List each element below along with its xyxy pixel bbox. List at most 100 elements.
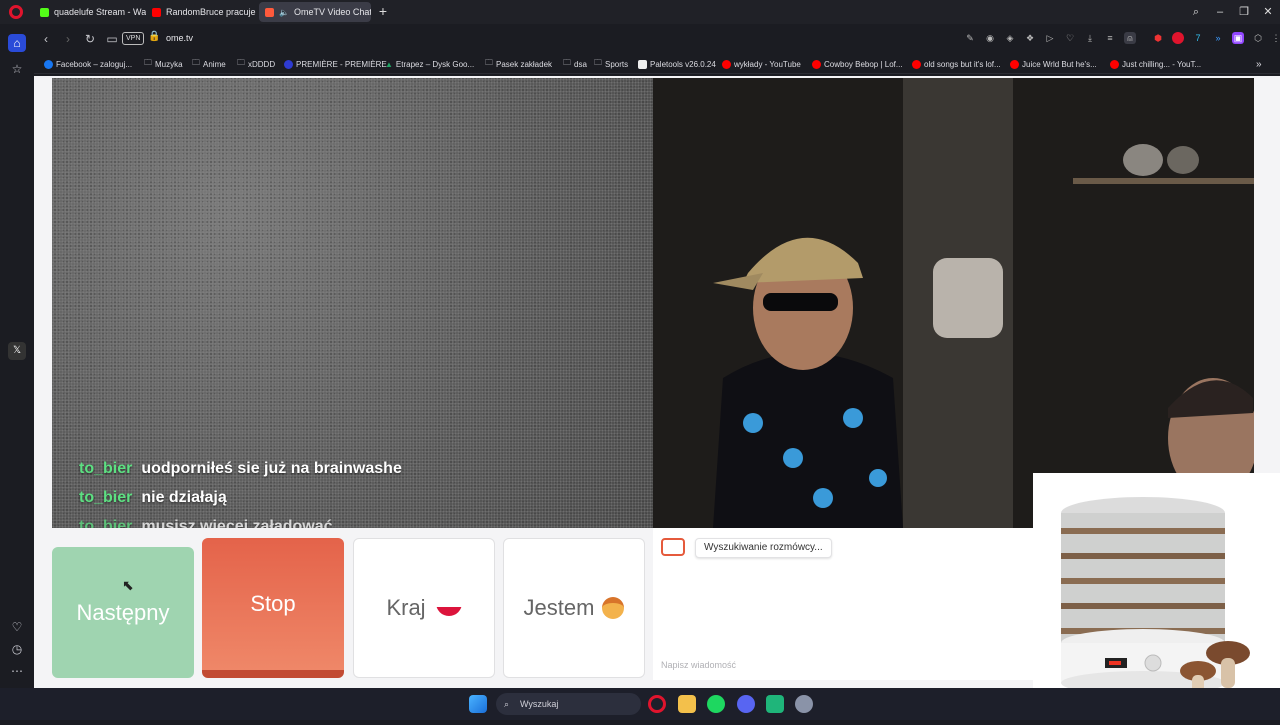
x-twitter-icon[interactable]: 𝕏 xyxy=(8,342,26,360)
bookmark[interactable]: Facebook – zaloguj... xyxy=(44,57,132,71)
lock-icon[interactable]: 🔒 xyxy=(148,31,160,42)
youtube-icon xyxy=(912,59,921,69)
bookmark[interactable]: PREMIÈRE - PREMIÈRE xyxy=(284,57,387,71)
more-icon[interactable]: ⋯ xyxy=(8,662,26,680)
profile-icon[interactable]: ⍝ xyxy=(1124,32,1136,44)
maximize-button[interactable]: ❐ xyxy=(1234,4,1254,20)
taskbar-search-label: Wyszukaj xyxy=(520,699,559,709)
tab-kick-stream[interactable]: quadelufe Stream - Watch xyxy=(34,2,146,22)
download-icon[interactable]: ⤓ xyxy=(1084,32,1096,44)
boy-emoji-icon xyxy=(602,597,625,619)
stop-label: Stop xyxy=(250,591,296,616)
vpn-badge[interactable]: VPN xyxy=(122,32,145,45)
extension-icon[interactable]: ❖ xyxy=(1024,32,1036,44)
bookmark[interactable]: Just chilling... - YouT... xyxy=(1110,57,1201,71)
ext-ublock-icon[interactable]: ⬢ xyxy=(1152,32,1164,44)
bookmark-folder[interactable]: 🗀 Muzyka xyxy=(144,57,183,71)
spotify-icon[interactable] xyxy=(707,695,725,713)
youtube-icon xyxy=(1010,59,1019,69)
forward-icon[interactable]: › xyxy=(60,31,76,47)
country-label: Kraj xyxy=(386,595,426,620)
tab-youtube[interactable]: RandomBruce pracuje bo xyxy=(146,2,258,22)
status-message: Wyszukiwanie rozmówcy... xyxy=(695,538,832,558)
bookmark-folder[interactable]: 🗀 Anime xyxy=(192,57,226,71)
bookmarks-bar: Facebook – zaloguj... 🗀 Muzyka 🗀 Anime 🗀 xD… xyxy=(34,54,1280,74)
speaker-icon: 🔈 xyxy=(279,7,289,17)
menu-icon[interactable]: ≡ xyxy=(1104,32,1116,44)
settings-icon[interactable] xyxy=(795,695,813,713)
premiere-icon xyxy=(284,59,293,69)
facebook-icon xyxy=(44,59,53,69)
reload-icon[interactable]: ↻ xyxy=(82,31,98,47)
chat-text: nie działają xyxy=(141,489,227,506)
tab-search-icon[interactable]: ⌕ xyxy=(1186,4,1206,20)
advertisement-dehydrator[interactable] xyxy=(1033,473,1280,720)
gender-label: Jestem xyxy=(523,595,595,620)
snapshot-icon[interactable]: ▭ xyxy=(104,31,120,47)
bookmark-folder[interactable]: 🗀 dsa xyxy=(563,57,587,71)
ext-wave-icon[interactable]: » xyxy=(1212,32,1224,44)
folder-icon: 🗀 xyxy=(594,58,602,67)
url-field[interactable]: ome.tv xyxy=(166,33,193,43)
taskbar-search[interactable]: ⌕ Wyszukaj xyxy=(496,693,641,715)
chat-username: to_bier xyxy=(79,489,133,506)
bookmark-label: Paletools v26.0.24 xyxy=(650,59,716,69)
bookmarks-overflow-icon[interactable]: » xyxy=(1256,57,1262,71)
shield-icon[interactable]: ◈ xyxy=(1004,32,1016,44)
heart-icon[interactable]: ♡ xyxy=(8,618,26,636)
stop-button[interactable]: Stop xyxy=(202,538,344,678)
home-icon[interactable]: ⌂ xyxy=(8,34,26,52)
camera-icon[interactable]: ◉ xyxy=(984,32,996,44)
bookmark-label: Muzyka xyxy=(155,59,183,69)
ext-opera-icon[interactable] xyxy=(1172,32,1184,44)
dehydrator-image xyxy=(1061,497,1250,695)
next-button[interactable]: Następny xyxy=(52,547,194,678)
favorite-icon[interactable]: ♡ xyxy=(1064,32,1076,44)
edit-icon[interactable]: ✎ xyxy=(964,32,976,44)
bookmark[interactable]: ▲ Etrapez – Dysk Goo... xyxy=(385,57,474,71)
tab-title: RandomBruce pracuje bo xyxy=(166,7,258,17)
windows-start-icon[interactable] xyxy=(469,695,487,713)
folder-icon: 🗀 xyxy=(485,58,493,67)
tab-ometv[interactable]: 🔈 OmeTV Video Chat - xyxy=(259,2,371,22)
ext-t-icon[interactable]: 7 xyxy=(1192,32,1204,44)
taskbar: ⌕ Wyszukaj xyxy=(0,688,1280,720)
bookmark[interactable]: Cowboy Bebop | Lof... xyxy=(812,57,903,71)
drive-icon: ▲ xyxy=(385,59,393,69)
bookmark[interactable]: Paletools v26.0.24 xyxy=(638,57,716,71)
new-tab-button[interactable]: + xyxy=(376,4,390,18)
file-explorer-icon[interactable] xyxy=(678,695,696,713)
youtube-icon xyxy=(722,59,731,69)
player-icon[interactable]: ▷ xyxy=(1044,32,1056,44)
opera-logo-icon[interactable] xyxy=(9,5,23,19)
chat-message: to_bier musisz więcej załadować xyxy=(79,518,333,528)
star-icon[interactable]: ☆ xyxy=(8,60,26,78)
ext-twitch-icon[interactable]: ▣ xyxy=(1232,32,1244,44)
bookmark-folder[interactable]: 🗀 Sports xyxy=(594,57,628,71)
bookmark[interactable]: old songs but it's lof... xyxy=(912,57,1001,71)
bookmark-label: old songs but it's lof... xyxy=(924,59,1001,69)
youtube-icon xyxy=(1110,59,1119,69)
minimize-button[interactable]: – xyxy=(1210,4,1230,20)
bookmark-label: Facebook – zaloguj... xyxy=(56,59,133,69)
country-button[interactable]: Kraj xyxy=(353,538,495,678)
opera-taskbar-icon[interactable] xyxy=(648,695,666,713)
app-icon[interactable] xyxy=(766,695,784,713)
history-icon[interactable]: ◷ xyxy=(8,640,26,658)
gender-button[interactable]: Jestem xyxy=(503,538,645,678)
folder-icon: 🗀 xyxy=(237,58,245,67)
bookmark-folder[interactable]: 🗀 Pasek zakładek xyxy=(485,57,552,71)
close-window-button[interactable]: ✕ xyxy=(1258,4,1278,20)
tab-bar: quadelufe Stream - Watch RandomBruce pra… xyxy=(0,0,1280,24)
message-input[interactable]: Napisz wiadomość xyxy=(661,660,736,670)
discord-icon[interactable] xyxy=(737,695,755,713)
back-icon[interactable]: ‹ xyxy=(38,31,54,47)
bookmark[interactable]: Juice Wrld But he's... xyxy=(1010,57,1097,71)
bookmark-folder[interactable]: 🗀 xDDDD xyxy=(237,57,275,71)
chat-text: musisz więcej załadować xyxy=(141,518,333,528)
ext-cube-icon[interactable]: ⬡ xyxy=(1252,32,1264,44)
bookmark[interactable]: wykłady - YouTube xyxy=(722,57,801,71)
search-icon: ⌕ xyxy=(504,699,510,709)
ext-more-icon[interactable]: ⋮ xyxy=(1270,32,1280,44)
next-label: Następny xyxy=(76,599,170,625)
